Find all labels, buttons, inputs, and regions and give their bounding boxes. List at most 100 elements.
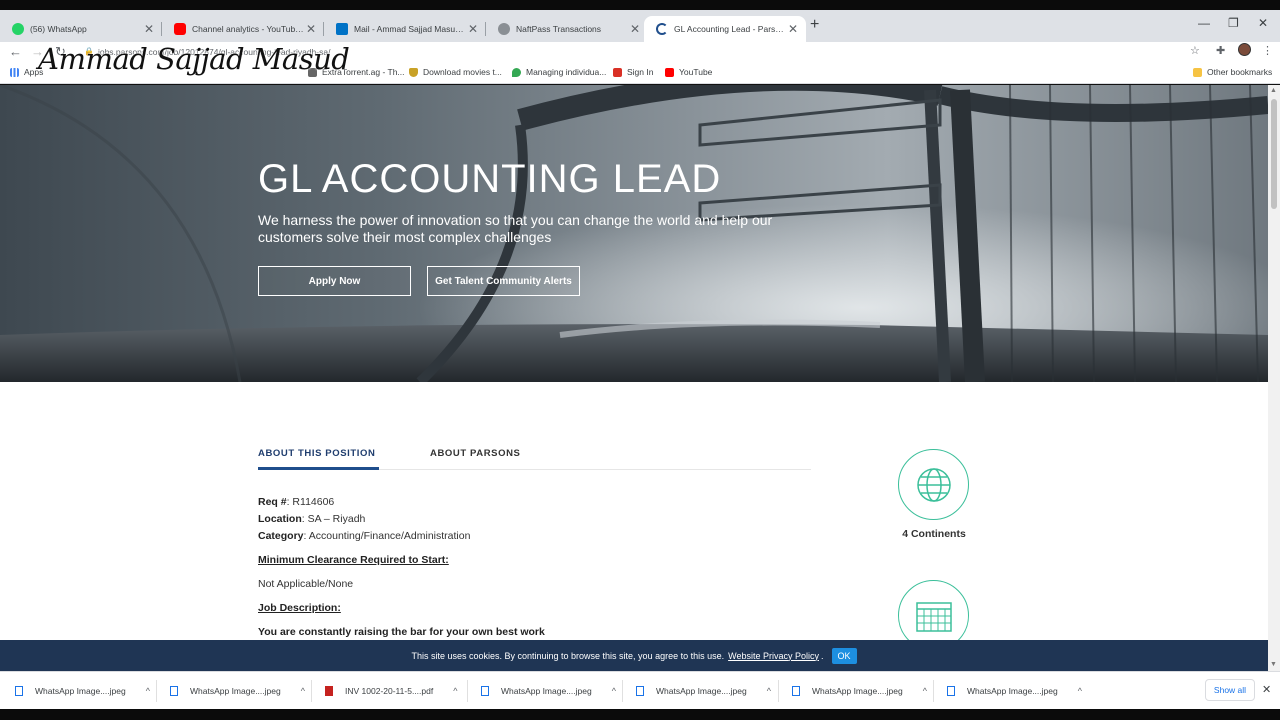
youtube-icon xyxy=(174,23,186,35)
download-item[interactable]: WhatsApp Image....jpeg ^ xyxy=(481,683,616,699)
close-tab-icon[interactable]: ✕ xyxy=(466,22,480,36)
download-item[interactable]: WhatsApp Image....jpeg ^ xyxy=(947,683,1082,699)
chevron-up-icon[interactable]: ^ xyxy=(453,686,457,696)
menu-kebab-icon[interactable]: ⋮ xyxy=(1262,44,1273,57)
privacy-policy-link[interactable]: Website Privacy Policy xyxy=(728,651,819,661)
new-tab-icon[interactable]: + xyxy=(810,16,819,34)
scroll-up-icon[interactable]: ▲ xyxy=(1270,87,1277,94)
location-value: : SA – Riyadh xyxy=(301,513,366,525)
chevron-up-icon[interactable]: ^ xyxy=(1078,686,1082,696)
tab-about-position[interactable]: ABOUT THIS POSITION xyxy=(258,448,376,459)
download-item[interactable]: WhatsApp Image....jpeg ^ xyxy=(170,683,305,699)
clearance-value: Not Applicable/None xyxy=(258,578,354,590)
divider xyxy=(467,680,468,702)
hero-subtitle: We harness the power of innovation so th… xyxy=(258,212,773,245)
loading-icon xyxy=(656,23,668,35)
image-file-icon xyxy=(947,686,955,696)
scroll-down-icon[interactable]: ▼ xyxy=(1270,661,1277,668)
location-row: Location: SA – Riyadh xyxy=(258,513,365,525)
bookmark-youtube[interactable]: YouTube xyxy=(665,67,712,77)
youtube-icon xyxy=(665,67,674,77)
tab-title: Mail - Ammad Sajjad Masud - Ou xyxy=(354,24,466,34)
tab-outlook-mail[interactable]: Mail - Ammad Sajjad Masud - Ou ✕ xyxy=(324,16,486,42)
globe-icon xyxy=(498,23,510,35)
req-label: Req # xyxy=(258,496,287,508)
tab-about-parsons[interactable]: ABOUT PARSONS xyxy=(430,448,521,459)
divider xyxy=(933,680,934,702)
scrollbar-thumb[interactable] xyxy=(1271,99,1277,209)
apply-now-button[interactable]: Apply Now xyxy=(258,266,411,296)
download-item[interactable]: WhatsApp Image....jpeg ^ xyxy=(636,683,771,699)
tab-youtube-analytics[interactable]: Channel analytics - YouTube Stu ✕ xyxy=(162,16,324,42)
cookie-banner: This site uses cookies. By continuing to… xyxy=(0,640,1268,671)
bookmark-download-movies[interactable]: Download movies t... xyxy=(409,67,502,77)
whatsapp-icon xyxy=(12,23,24,35)
category-label: Category xyxy=(258,530,304,542)
tab-title: (56) WhatsApp xyxy=(30,24,87,34)
active-tab-underline xyxy=(258,467,379,470)
divider xyxy=(622,680,623,702)
download-item[interactable]: INV 1002-20-11-5....pdf ^ xyxy=(325,683,457,699)
page-viewport: GL ACCOUNTING LEAD We harness the power … xyxy=(0,85,1268,671)
job-tagline: You are constantly raising the bar for y… xyxy=(258,626,545,638)
image-file-icon xyxy=(170,686,178,696)
close-tab-icon[interactable]: ✕ xyxy=(142,22,156,36)
cookie-text: This site uses cookies. By continuing to… xyxy=(411,650,725,661)
close-tab-icon[interactable]: ✕ xyxy=(304,22,318,36)
job-description-heading: Job Description: xyxy=(258,602,341,614)
image-file-icon xyxy=(481,686,489,696)
tab-naftpass[interactable]: NaftPass Transactions ✕ xyxy=(486,16,648,42)
tab-title: GL Accounting Lead - Parsons Ca xyxy=(674,24,786,34)
star-bookmark-icon[interactable]: ☆ xyxy=(1190,44,1200,57)
category-value: : Accounting/Finance/Administration xyxy=(303,530,471,542)
signature-watermark: Ammad Sajjad Masud xyxy=(38,42,350,76)
hero-banner: GL ACCOUNTING LEAD We harness the power … xyxy=(0,85,1268,382)
continents-stat xyxy=(898,449,969,520)
cookie-period: . xyxy=(821,650,824,661)
position-tabs: ABOUT THIS POSITION ABOUT PARSONS xyxy=(258,448,811,470)
image-file-icon xyxy=(15,686,23,696)
talent-alerts-button[interactable]: Get Talent Community Alerts xyxy=(427,266,580,296)
extensions-puzzle-icon[interactable]: ✚ xyxy=(1216,44,1225,57)
download-item[interactable]: WhatsApp Image....jpeg ^ xyxy=(15,683,150,699)
show-all-downloads-button[interactable]: Show all xyxy=(1205,679,1255,701)
divider xyxy=(156,680,157,702)
close-tab-icon[interactable]: ✕ xyxy=(786,22,800,36)
req-value: : R114606 xyxy=(286,496,335,508)
other-bookmarks[interactable]: Other bookmarks xyxy=(1193,67,1272,77)
outlook-icon xyxy=(336,23,348,35)
signin-icon xyxy=(613,67,622,77)
pdf-file-icon xyxy=(325,686,333,696)
page-scrollbar[interactable]: ▲ ▼ xyxy=(1268,85,1280,671)
chevron-up-icon[interactable]: ^ xyxy=(301,686,305,696)
close-window-icon[interactable]: ✕ xyxy=(1258,16,1268,30)
back-icon[interactable]: ← xyxy=(9,44,22,59)
continents-label: 4 Continents xyxy=(902,528,966,540)
window-top-strip xyxy=(0,0,1280,10)
download-shelf: WhatsApp Image....jpeg ^ WhatsApp Image.… xyxy=(0,671,1280,709)
tab-title: Channel analytics - YouTube Stu xyxy=(192,24,304,34)
tab-whatsapp[interactable]: (56) WhatsApp ✕ xyxy=(0,16,162,42)
req-row: Req #: R114606 xyxy=(258,496,334,508)
clearance-heading: Minimum Clearance Required to Start: xyxy=(258,554,449,566)
download-item[interactable]: WhatsApp Image....jpeg ^ xyxy=(792,683,927,699)
close-tab-icon[interactable]: ✕ xyxy=(628,22,642,36)
chevron-up-icon[interactable]: ^ xyxy=(923,686,927,696)
folder-icon xyxy=(1193,67,1202,77)
restore-icon[interactable]: ❐ xyxy=(1228,16,1239,30)
tab-gl-accounting-lead[interactable]: GL Accounting Lead - Parsons Ca ✕ xyxy=(644,16,806,42)
chevron-up-icon[interactable]: ^ xyxy=(146,686,150,696)
category-row: Category: Accounting/Finance/Administrat… xyxy=(258,530,470,542)
browser-tab-bar: (56) WhatsApp ✕ Channel analytics - YouT… xyxy=(0,10,1280,42)
minimize-icon[interactable]: — xyxy=(1198,16,1210,30)
profile-avatar[interactable] xyxy=(1238,43,1251,56)
divider xyxy=(311,680,312,702)
chevron-up-icon[interactable]: ^ xyxy=(767,686,771,696)
close-shelf-icon[interactable]: ✕ xyxy=(1262,683,1271,696)
chevron-up-icon[interactable]: ^ xyxy=(612,686,616,696)
bookmark-managing-individuals[interactable]: Managing individua... xyxy=(512,67,606,77)
cookie-ok-button[interactable]: OK xyxy=(831,647,857,664)
window-bottom-strip xyxy=(0,709,1280,720)
bookmark-sign-in[interactable]: Sign In xyxy=(613,67,653,77)
location-label: Location xyxy=(258,513,302,525)
